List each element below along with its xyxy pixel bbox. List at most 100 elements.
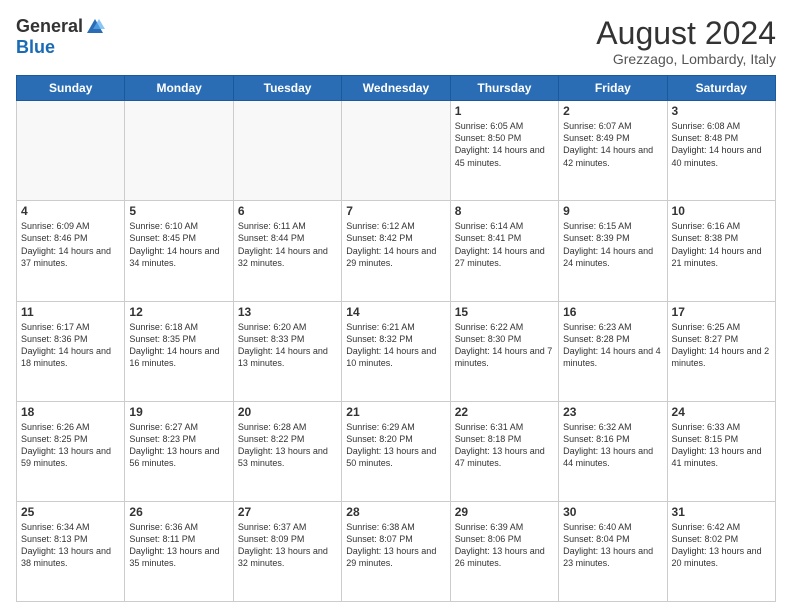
day-info: Sunrise: 6:25 AM Sunset: 8:27 PM Dayligh… xyxy=(672,321,771,370)
day-number: 18 xyxy=(21,405,120,419)
table-row: 31 Sunrise: 6:42 AM Sunset: 8:02 PM Dayli… xyxy=(667,501,775,601)
title-section: August 2024 Grezzago, Lombardy, Italy xyxy=(596,16,776,67)
day-number: 9 xyxy=(563,204,662,218)
day-number: 3 xyxy=(672,104,771,118)
table-row: 25 Sunrise: 6:34 AM Sunset: 8:13 PM Dayli… xyxy=(17,501,125,601)
header-friday: Friday xyxy=(559,76,667,101)
location: Grezzago, Lombardy, Italy xyxy=(596,51,776,67)
day-info: Sunrise: 6:31 AM Sunset: 8:18 PM Dayligh… xyxy=(455,421,554,470)
day-number: 27 xyxy=(238,505,337,519)
week-row-0: 1Sunrise: 6:05 AM Sunset: 8:50 PM Daylig… xyxy=(17,101,776,201)
day-number: 12 xyxy=(129,305,228,319)
day-number: 5 xyxy=(129,204,228,218)
table-row: 26 Sunrise: 6:36 AM Sunset: 8:11 PM Dayli… xyxy=(125,501,233,601)
day-info: Sunrise: 6:22 AM Sunset: 8:30 PM Dayligh… xyxy=(455,321,554,370)
calendar: Sunday Monday Tuesday Wednesday Thursday… xyxy=(16,75,776,602)
day-number: 11 xyxy=(21,305,120,319)
day-info: Sunrise: 6:11 AM Sunset: 8:44 PM Dayligh… xyxy=(238,220,337,269)
day-info: Sunrise: 6:21 AM Sunset: 8:32 PM Dayligh… xyxy=(346,321,445,370)
week-row-1: 4 Sunrise: 6:09 AM Sunset: 8:46 PM Daylig… xyxy=(17,201,776,301)
table-row: 19 Sunrise: 6:27 AM Sunset: 8:23 PM Dayli… xyxy=(125,401,233,501)
table-row: 30 Sunrise: 6:40 AM Sunset: 8:04 PM Dayli… xyxy=(559,501,667,601)
day-number: 22 xyxy=(455,405,554,419)
day-info: Sunrise: 6:07 AM Sunset: 8:49 PM Dayligh… xyxy=(563,120,662,169)
week-row-2: 11 Sunrise: 6:17 AM Sunset: 8:36 PM Dayli… xyxy=(17,301,776,401)
table-row: 4 Sunrise: 6:09 AM Sunset: 8:46 PM Daylig… xyxy=(17,201,125,301)
table-row: 6 Sunrise: 6:11 AM Sunset: 8:44 PM Daylig… xyxy=(233,201,341,301)
day-info: Sunrise: 6:26 AM Sunset: 8:25 PM Dayligh… xyxy=(21,421,120,470)
table-row: 28Sunrise: 6:38 AM Sunset: 8:07 PM Dayli… xyxy=(342,501,450,601)
table-row: 8 Sunrise: 6:14 AM Sunset: 8:41 PM Daylig… xyxy=(450,201,558,301)
day-number: 23 xyxy=(563,405,662,419)
day-info: Sunrise: 6:32 AM Sunset: 8:16 PM Dayligh… xyxy=(563,421,662,470)
day-number: 15 xyxy=(455,305,554,319)
table-row: 7Sunrise: 6:12 AM Sunset: 8:42 PM Daylig… xyxy=(342,201,450,301)
day-number: 31 xyxy=(672,505,771,519)
table-row: 16 Sunrise: 6:23 AM Sunset: 8:28 PM Dayli… xyxy=(559,301,667,401)
table-row xyxy=(125,101,233,201)
month-title: August 2024 xyxy=(596,16,776,51)
day-info: Sunrise: 6:23 AM Sunset: 8:28 PM Dayligh… xyxy=(563,321,662,370)
day-number: 30 xyxy=(563,505,662,519)
day-number: 16 xyxy=(563,305,662,319)
table-row: 12 Sunrise: 6:18 AM Sunset: 8:35 PM Dayli… xyxy=(125,301,233,401)
table-row: 10 Sunrise: 6:16 AM Sunset: 8:38 PM Dayli… xyxy=(667,201,775,301)
header-saturday: Saturday xyxy=(667,76,775,101)
day-info: Sunrise: 6:37 AM Sunset: 8:09 PM Dayligh… xyxy=(238,521,337,570)
logo-icon xyxy=(85,17,105,37)
table-row xyxy=(233,101,341,201)
day-info: Sunrise: 6:14 AM Sunset: 8:41 PM Dayligh… xyxy=(455,220,554,269)
day-number: 20 xyxy=(238,405,337,419)
table-row: 9Sunrise: 6:15 AM Sunset: 8:39 PM Daylig… xyxy=(559,201,667,301)
day-number: 17 xyxy=(672,305,771,319)
day-number: 29 xyxy=(455,505,554,519)
table-row: 5Sunrise: 6:10 AM Sunset: 8:45 PM Daylig… xyxy=(125,201,233,301)
day-number: 21 xyxy=(346,405,445,419)
table-row: 17 Sunrise: 6:25 AM Sunset: 8:27 PM Dayli… xyxy=(667,301,775,401)
day-info: Sunrise: 6:09 AM Sunset: 8:46 PM Dayligh… xyxy=(21,220,120,269)
day-info: Sunrise: 6:42 AM Sunset: 8:02 PM Dayligh… xyxy=(672,521,771,570)
header-wednesday: Wednesday xyxy=(342,76,450,101)
table-row: 18 Sunrise: 6:26 AM Sunset: 8:25 PM Dayli… xyxy=(17,401,125,501)
day-info: Sunrise: 6:08 AM Sunset: 8:48 PM Dayligh… xyxy=(672,120,771,169)
day-number: 4 xyxy=(21,204,120,218)
day-info: Sunrise: 6:18 AM Sunset: 8:35 PM Dayligh… xyxy=(129,321,228,370)
day-info: Sunrise: 6:33 AM Sunset: 8:15 PM Dayligh… xyxy=(672,421,771,470)
day-number: 24 xyxy=(672,405,771,419)
day-info: Sunrise: 6:27 AM Sunset: 8:23 PM Dayligh… xyxy=(129,421,228,470)
day-number: 2 xyxy=(563,104,662,118)
table-row: 2 Sunrise: 6:07 AM Sunset: 8:49 PM Daylig… xyxy=(559,101,667,201)
day-number: 25 xyxy=(21,505,120,519)
day-number: 26 xyxy=(129,505,228,519)
table-row: 14Sunrise: 6:21 AM Sunset: 8:32 PM Dayli… xyxy=(342,301,450,401)
table-row: 23 Sunrise: 6:32 AM Sunset: 8:16 PM Dayli… xyxy=(559,401,667,501)
header: General Blue August 2024 Grezzago, Lomba… xyxy=(16,16,776,67)
day-number: 6 xyxy=(238,204,337,218)
table-row xyxy=(17,101,125,201)
header-thursday: Thursday xyxy=(450,76,558,101)
day-info: Sunrise: 6:28 AM Sunset: 8:22 PM Dayligh… xyxy=(238,421,337,470)
day-info: Sunrise: 6:12 AM Sunset: 8:42 PM Dayligh… xyxy=(346,220,445,269)
day-info: Sunrise: 6:36 AM Sunset: 8:11 PM Dayligh… xyxy=(129,521,228,570)
day-info: Sunrise: 6:34 AM Sunset: 8:13 PM Dayligh… xyxy=(21,521,120,570)
header-sunday: Sunday xyxy=(17,76,125,101)
day-number: 8 xyxy=(455,204,554,218)
day-info: Sunrise: 6:17 AM Sunset: 8:36 PM Dayligh… xyxy=(21,321,120,370)
logo: General Blue xyxy=(16,16,105,58)
day-info: Sunrise: 6:16 AM Sunset: 8:38 PM Dayligh… xyxy=(672,220,771,269)
table-row: 15 Sunrise: 6:22 AM Sunset: 8:30 PM Dayli… xyxy=(450,301,558,401)
week-row-3: 18 Sunrise: 6:26 AM Sunset: 8:25 PM Dayli… xyxy=(17,401,776,501)
day-number: 28 xyxy=(346,505,445,519)
day-info: Sunrise: 6:29 AM Sunset: 8:20 PM Dayligh… xyxy=(346,421,445,470)
day-info: Sunrise: 6:39 AM Sunset: 8:06 PM Dayligh… xyxy=(455,521,554,570)
day-number: 19 xyxy=(129,405,228,419)
day-info: Sunrise: 6:40 AM Sunset: 8:04 PM Dayligh… xyxy=(563,521,662,570)
table-row: 11 Sunrise: 6:17 AM Sunset: 8:36 PM Dayli… xyxy=(17,301,125,401)
table-row xyxy=(342,101,450,201)
day-number: 10 xyxy=(672,204,771,218)
day-number: 13 xyxy=(238,305,337,319)
header-tuesday: Tuesday xyxy=(233,76,341,101)
logo-general-text: General xyxy=(16,16,83,37)
table-row: 29 Sunrise: 6:39 AM Sunset: 8:06 PM Dayli… xyxy=(450,501,558,601)
day-info: Sunrise: 6:20 AM Sunset: 8:33 PM Dayligh… xyxy=(238,321,337,370)
